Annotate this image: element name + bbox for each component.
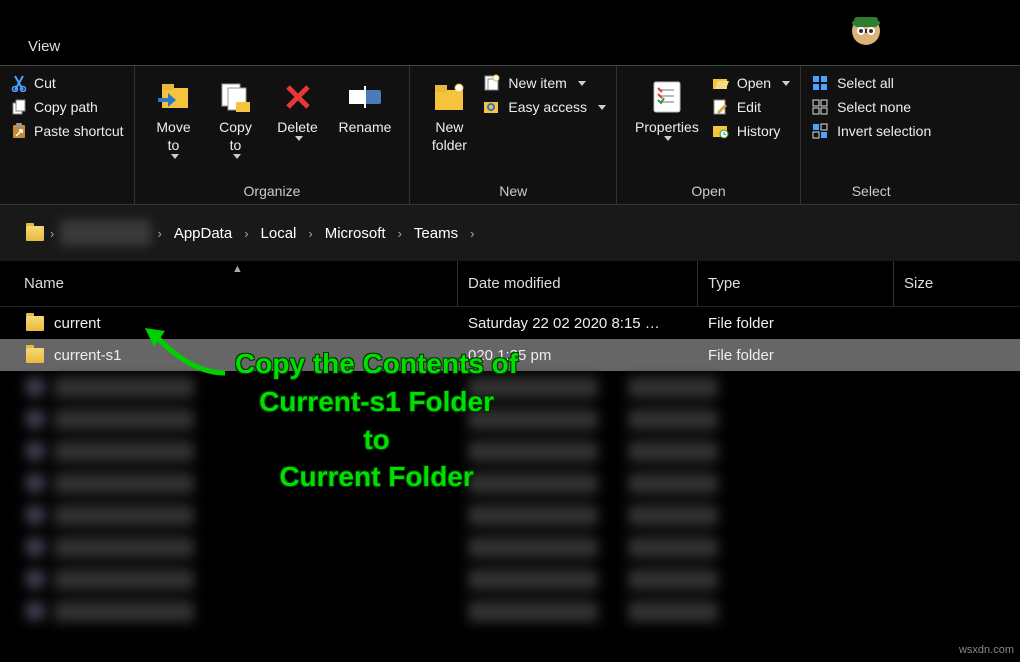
move-to-label: Move to [156,118,190,154]
open-button[interactable]: Open [711,74,790,92]
group-open-label: Open [627,179,790,201]
breadcrumb-item-user[interactable]: user [60,220,151,246]
new-item-label: New item [508,75,566,91]
open-icon [711,74,729,92]
breadcrumb-root-icon [26,226,44,241]
breadcrumb-item-appdata[interactable]: AppData [168,221,238,246]
group-select-label: Select [811,179,931,201]
history-icon [711,122,729,140]
columns-header: ▲ Name Date modified Type Size [0,261,1020,307]
tab-view[interactable]: View [28,38,60,55]
file-date: 020 1:35 pm [458,347,698,364]
breadcrumb-item-microsoft[interactable]: Microsoft [319,221,392,246]
chevron-right-icon: › [470,226,474,241]
breadcrumb[interactable]: › user › AppData › Local › Microsoft › T… [0,205,1020,261]
move-to-icon [154,76,194,118]
title-bar: View [0,0,1020,65]
copy-to-label: Copy to [219,118,252,154]
breadcrumb-item-local[interactable]: Local [255,221,303,246]
chevron-right-icon: › [157,226,161,241]
column-date[interactable]: Date modified [458,261,698,306]
group-clipboard-spacer [10,179,124,201]
chevron-right-icon: › [308,226,312,241]
delete-icon [280,76,316,118]
group-new-label: New [420,179,606,201]
table-row[interactable]: current-s1 020 1:35 pm File folder [0,339,1020,371]
edit-icon [711,98,729,116]
edit-button[interactable]: Edit [711,98,790,116]
column-type[interactable]: Type [698,261,894,306]
file-type: File folder [698,315,894,332]
select-all-button[interactable]: Select all [811,74,931,92]
properties-label: Properties [635,118,699,136]
cut-label: Cut [34,75,56,91]
group-organize-label: Organize [145,179,400,201]
folder-icon [26,348,44,363]
paste-shortcut-label: Paste shortcut [34,123,124,139]
blurred-content: xxxxxxxxxxxxxxxx xxxxxxxxxxxxxxxx xxxxxx… [0,371,1020,627]
delete-button[interactable]: Delete [269,72,327,179]
rename-icon [345,76,385,118]
select-none-button[interactable]: Select none [811,98,931,116]
sort-indicator-icon: ▲ [232,263,243,275]
file-type: File folder [698,347,894,364]
file-name: current [54,315,101,332]
file-date: Saturday 22 02 2020 8:15 … [458,315,698,332]
column-name[interactable]: Name [0,261,458,306]
delete-label: Delete [277,118,317,136]
chevron-right-icon: › [244,226,248,241]
column-size[interactable]: Size [894,261,1020,306]
invert-selection-icon [811,122,829,140]
rename-label: Rename [339,118,392,136]
breadcrumb-item-teams[interactable]: Teams [408,221,464,246]
open-label: Open [737,75,771,91]
invert-selection-label: Invert selection [837,123,931,139]
edit-label: Edit [737,99,761,115]
easy-access-icon [482,98,500,116]
select-none-icon [811,98,829,116]
new-folder-label: New folder [432,118,467,154]
select-all-label: Select all [837,75,894,91]
new-folder-icon [429,76,469,118]
move-to-button[interactable]: Move to [145,72,203,179]
ribbon: Cut Copy path Paste shortcut Move to [0,65,1020,205]
easy-access-button[interactable]: Easy access [482,98,606,116]
paste-shortcut-button[interactable]: Paste shortcut [10,122,124,140]
file-name: current-s1 [54,347,122,364]
copy-to-button[interactable]: Copy to [207,72,265,179]
mascot-icon [842,5,890,53]
copy-path-label: Copy path [34,99,98,115]
easy-access-label: Easy access [508,99,587,115]
select-all-icon [811,74,829,92]
rename-button[interactable]: Rename [331,72,400,179]
history-label: History [737,123,781,139]
folder-icon [26,316,44,331]
new-item-icon [482,74,500,92]
history-button[interactable]: History [711,122,790,140]
new-item-button[interactable]: New item [482,74,606,92]
table-row[interactable]: current Saturday 22 02 2020 8:15 … File … [0,307,1020,339]
file-list: current Saturday 22 02 2020 8:15 … File … [0,307,1020,627]
properties-icon [648,76,686,118]
cut-button[interactable]: Cut [10,74,124,92]
properties-button[interactable]: Properties [627,72,707,179]
new-folder-button[interactable]: New folder [420,72,478,179]
watermark: wsxdn.com [959,644,1014,656]
copy-to-icon [216,76,256,118]
invert-selection-button[interactable]: Invert selection [811,122,931,140]
chevron-right-icon: › [398,226,402,241]
select-none-label: Select none [837,99,911,115]
copy-path-button[interactable]: Copy path [10,98,124,116]
chevron-right-icon: › [50,226,54,241]
